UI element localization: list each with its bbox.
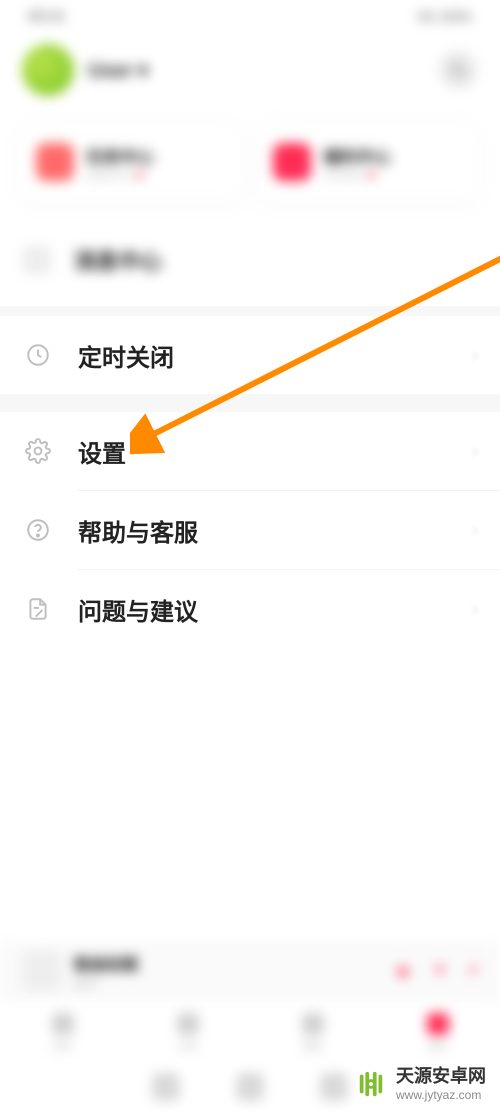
gear-icon [22,438,54,464]
feedback-label: 问题与建议 [78,592,198,627]
speech-icon [22,245,52,275]
chevron-right-icon: › [472,520,478,541]
heart-icon[interactable]: ♥ [435,962,445,980]
nav-home[interactable]: 首页 [0,1002,125,1063]
status-right: 5G 100% [418,9,472,24]
nav-me[interactable]: 我的 [375,1002,500,1063]
settings-label: 设置 [78,434,126,469]
help-label: 帮助与客服 [78,513,198,548]
clock-icon [22,342,54,368]
sys-menu[interactable] [152,1073,180,1101]
watermark-title: 天源安卓网 [396,1066,486,1088]
play-icon[interactable]: ▶ [399,961,411,981]
search-icon[interactable] [438,50,478,90]
list-icon[interactable]: ≡ [469,962,478,980]
mini-player[interactable]: 歌曲标题 歌手 ▶ ♥ ≡ [0,941,500,1001]
watermark: 天源安卓网 www.jytyaz.com [356,1066,486,1102]
album-art [22,951,62,991]
watermark-logo-icon [356,1069,386,1099]
nav-podcast[interactable]: 播客 [250,1002,375,1063]
nav-category[interactable]: 分类 [125,1002,250,1063]
chevron-right-icon: › [472,345,478,366]
username[interactable]: User ▾ [88,58,148,83]
chevron-right-icon: › [472,441,478,462]
help-row[interactable]: 帮助与客服 › [0,491,500,569]
watermark-url: www.jytyaz.com [396,1088,486,1102]
timer-label: 定时关闭 [78,338,174,373]
note-icon [22,596,54,622]
timer-row[interactable]: 定时关闭 › [0,316,500,394]
card-tasks[interactable]: 任务中心 signed in [20,122,243,202]
reward-icon [273,143,311,181]
message-row[interactable]: 消息中心 [0,224,500,306]
feedback-row[interactable]: 问题与建议 › [0,570,500,648]
chevron-right-icon: › [472,599,478,620]
sys-home[interactable] [236,1073,264,1101]
card-rewards[interactable]: 福利中心 rewards [257,122,480,202]
settings-row[interactable]: 设置 › [0,412,500,490]
sys-back[interactable] [320,1073,348,1101]
status-time: 09:41 [28,8,66,25]
help-icon [22,517,54,543]
task-icon [36,143,74,181]
avatar[interactable] [22,44,74,96]
